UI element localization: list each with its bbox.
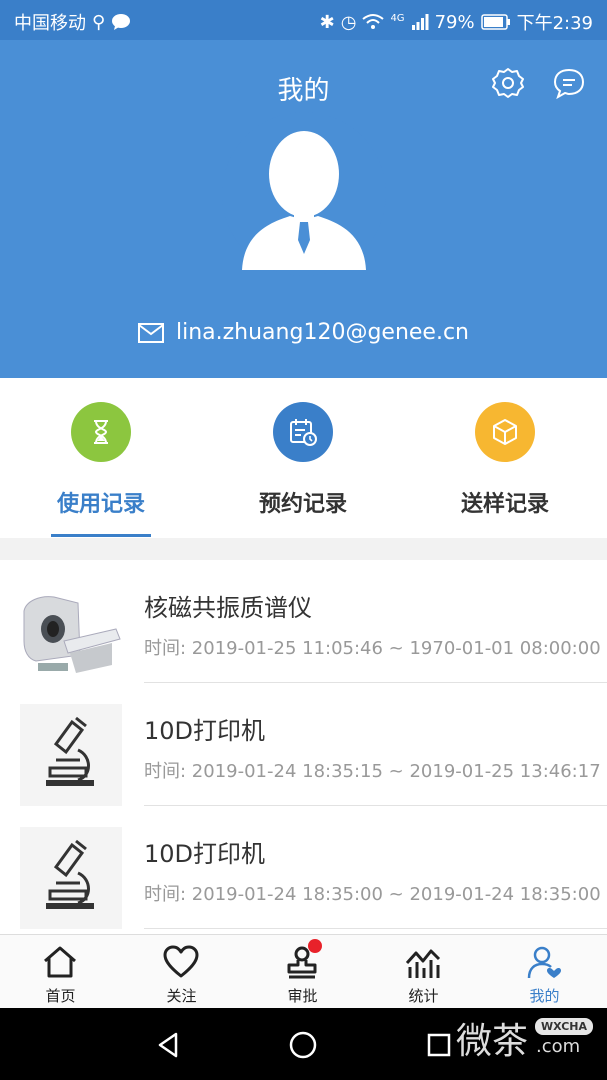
tab-usage-records[interactable]: 使用记录 bbox=[0, 378, 202, 538]
tab-sample-records[interactable]: 送样记录 bbox=[404, 378, 606, 538]
record-time: 时间: 2019-01-24 18:35:15 ~ 2019-01-25 13:… bbox=[144, 761, 601, 782]
carrier-label: 中国移动 bbox=[14, 13, 86, 34]
email-row: lina.zhuang120@genee.cn bbox=[0, 320, 607, 345]
list-item[interactable]: 10D打印机 时间: 2019-01-24 18:35:00 ~ 2019-01… bbox=[0, 806, 607, 929]
nav-approval[interactable]: 审批 bbox=[242, 935, 363, 1009]
clock-time: 下午2:39 bbox=[516, 13, 593, 34]
nav-mine[interactable]: 我的 bbox=[484, 935, 605, 1009]
back-icon[interactable] bbox=[154, 1030, 184, 1060]
nav-home[interactable]: 首页 bbox=[0, 935, 121, 1009]
heart-icon bbox=[163, 945, 199, 978]
record-tabs: 使用记录 预约记录 送样记录 bbox=[0, 378, 607, 538]
watermark-text: 微茶 bbox=[456, 1021, 529, 1062]
list-item[interactable]: 10D打印机 时间: 2019-01-24 18:35:15 ~ 2019-01… bbox=[0, 683, 607, 806]
wifi-icon bbox=[362, 14, 385, 29]
record-name: 10D打印机 bbox=[144, 717, 266, 745]
mail-icon bbox=[137, 322, 164, 343]
record-name: 核磁共振质谱仪 bbox=[144, 594, 312, 622]
network-type-label: 4G bbox=[390, 12, 405, 24]
watermark-domain: .com bbox=[536, 1036, 581, 1057]
bluetooth-icon: ✱ bbox=[319, 11, 335, 33]
nav-label: 审批 bbox=[287, 987, 318, 1005]
row-divider bbox=[144, 928, 607, 929]
notification-badge bbox=[308, 939, 322, 953]
nav-statistics[interactable]: 统计 bbox=[363, 935, 484, 1009]
calendar-clock-icon bbox=[273, 402, 333, 462]
tab-label: 预约记录 bbox=[258, 492, 347, 517]
email-text: lina.zhuang120@genee.cn bbox=[175, 320, 469, 345]
user-icon bbox=[527, 946, 561, 979]
home-icon bbox=[44, 946, 76, 978]
message-icon[interactable] bbox=[552, 66, 586, 100]
chart-icon bbox=[405, 949, 441, 978]
nav-label: 首页 bbox=[45, 987, 76, 1005]
bottom-nav: 首页 关注 审批 统计 我的 bbox=[0, 934, 607, 1009]
record-time: 时间: 2019-01-24 18:35:00 ~ 2019-01-24 18:… bbox=[144, 884, 601, 905]
alarm-icon: ◷ bbox=[340, 11, 357, 33]
hourglass-icon bbox=[71, 402, 131, 462]
section-divider bbox=[0, 538, 607, 560]
nav-follow[interactable]: 关注 bbox=[121, 935, 242, 1009]
recents-icon[interactable] bbox=[426, 1032, 452, 1058]
record-time: 时间: 2019-01-25 11:05:46 ~ 1970-01-01 08:… bbox=[144, 638, 601, 659]
list-item[interactable]: 核磁共振质谱仪 时间: 2019-01-25 11:05:46 ~ 1970-0… bbox=[0, 560, 607, 683]
status-bar: 中国移动 ⚲ ✱ ◷ 4G 79% 下午2:39 bbox=[0, 0, 607, 40]
home-circle-icon[interactable] bbox=[288, 1030, 318, 1060]
watermark-badge: WXCHA bbox=[535, 1018, 594, 1035]
battery-icon bbox=[480, 14, 510, 30]
nav-label: 统计 bbox=[408, 987, 439, 1005]
avatar[interactable] bbox=[222, 112, 386, 282]
nav-label: 关注 bbox=[166, 987, 197, 1005]
settings-gear-icon[interactable] bbox=[491, 66, 525, 100]
profile-header: 我的 lina.zhuang120@genee.cn bbox=[0, 40, 607, 378]
ct-scanner-image bbox=[20, 581, 122, 683]
records-list: 核磁共振质谱仪 时间: 2019-01-25 11:05:46 ~ 1970-0… bbox=[0, 560, 607, 934]
tab-reservation-records[interactable]: 预约记录 bbox=[202, 378, 404, 538]
usb-icon: ⚲ bbox=[92, 11, 106, 33]
battery-percent: 79% bbox=[434, 11, 475, 33]
box-icon bbox=[475, 402, 535, 462]
nav-label: 我的 bbox=[529, 987, 560, 1005]
tab-label: 使用记录 bbox=[56, 492, 145, 517]
active-tab-indicator bbox=[51, 534, 151, 537]
tab-label: 送样记录 bbox=[460, 492, 549, 517]
message-bubble-icon bbox=[112, 14, 131, 30]
microscope-icon bbox=[20, 704, 122, 806]
record-name: 10D打印机 bbox=[144, 840, 266, 868]
microscope-icon bbox=[20, 827, 122, 929]
signal-icon bbox=[411, 14, 429, 30]
